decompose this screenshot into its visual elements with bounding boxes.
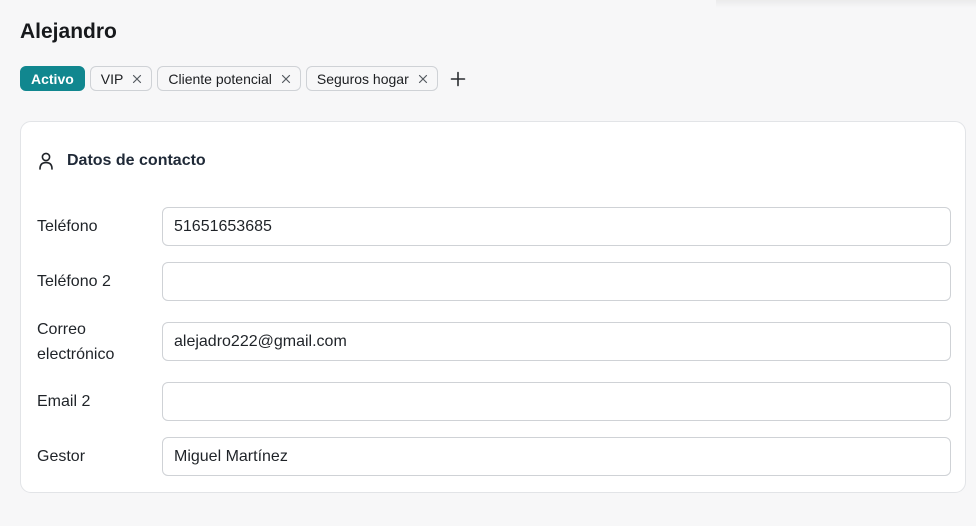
plus-icon[interactable] [448,69,468,89]
tag-label: Cliente potencial [168,70,272,87]
contact-details-card: Datos de contacto Teléfono Teléfono 2 Co… [20,121,966,493]
close-icon[interactable] [281,74,291,84]
card-header: Datos de contacto [37,150,206,172]
status-tag[interactable]: Activo [20,66,85,91]
tag-seguros-hogar: Seguros hogar [305,66,438,91]
tag-label: VIP [100,70,124,87]
contact-page: Alejandro Activo VIP Cliente potencial S… [0,0,976,526]
close-icon[interactable] [418,74,428,84]
tag-list: Activo VIP Cliente potencial Seguros hog… [20,66,468,91]
email2-field[interactable] [162,382,951,421]
close-icon[interactable] [132,74,142,84]
manager-label: Gestor [37,448,86,465]
phone-label: Teléfono [37,218,98,235]
email-label-line2: electrónico [37,346,115,363]
phone2-field[interactable] [162,262,951,301]
card-title: Datos de contacto [67,152,206,169]
contact-name: Alejandro [20,20,117,43]
top-shadow [716,0,976,8]
phone-field[interactable] [162,207,951,246]
tag-vip: VIP [89,66,153,91]
user-icon [37,151,55,171]
manager-field[interactable] [162,437,951,476]
email-label: Correo electrónico [37,317,114,367]
tag-label: Seguros hogar [316,70,409,87]
tag-cliente-potencial: Cliente potencial [157,66,301,91]
email2-label: Email 2 [37,393,91,410]
phone2-label: Teléfono 2 [37,273,111,290]
email-label-line1: Correo [37,321,86,338]
email-field[interactable] [162,322,951,361]
